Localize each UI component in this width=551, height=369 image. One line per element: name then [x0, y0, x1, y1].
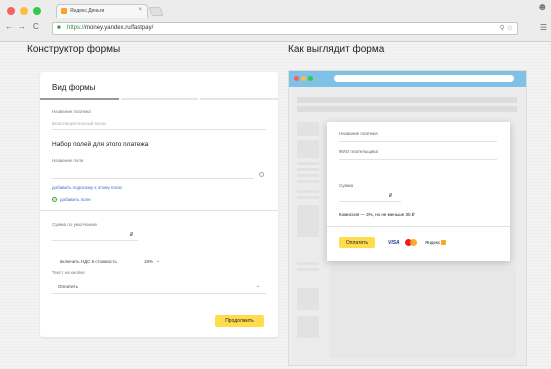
placeholder-content — [330, 268, 516, 358]
address-bar-actions: ⚲ ☆ — [500, 24, 513, 32]
maximize-window-button[interactable] — [33, 7, 41, 15]
url-scheme: https:// — [67, 25, 86, 31]
tab-close-icon[interactable]: × — [138, 7, 142, 13]
default-sum-label: Сумма по умолчанию — [52, 222, 98, 227]
preview-dot — [308, 76, 313, 81]
step-progress-fill — [40, 98, 119, 100]
vat-rate-select[interactable]: 18% — [144, 259, 153, 264]
yandex-money-logo-icon: Яндекс — [425, 240, 447, 245]
button-text-select[interactable]: Оплатить — [58, 284, 78, 289]
placeholder-line — [297, 174, 319, 177]
chevron-down-icon[interactable]: ⌄ — [256, 283, 260, 289]
commission-currency: ₽ — [411, 212, 415, 217]
button-text-label: Текст на кнопке — [52, 270, 85, 275]
preview-address-bar — [334, 75, 514, 82]
builder-heading: Конструктор формы — [27, 44, 121, 55]
back-arrow-icon[interactable]: ← — [5, 22, 13, 31]
section-divider — [327, 226, 510, 227]
payment-form-preview: Название платежа ФИО плательщика Сумма ₽… — [327, 122, 510, 261]
section-divider — [40, 210, 278, 211]
placeholder-line — [297, 180, 319, 183]
yandex-favicon-icon — [61, 8, 67, 14]
preview-sum-label: Сумма — [339, 183, 354, 188]
placeholder-line — [297, 162, 319, 165]
url-path: money.yandex.ru/fastpay/ — [85, 25, 154, 31]
form-builder-card: Вид формы Название платежа Благотворител… — [40, 72, 278, 337]
preview-payer-name-label: ФИО плательщика — [339, 149, 378, 154]
close-window-button[interactable] — [7, 7, 15, 15]
input-underline — [339, 201, 401, 202]
browser-toolbar: ← → C ■ https://money.yandex.ru/fastpay/… — [0, 20, 551, 38]
new-tab-button[interactable] — [148, 7, 164, 16]
browser-menu-icon[interactable]: ☰ — [540, 23, 547, 32]
lock-icon: ■ — [57, 25, 61, 31]
placeholder-block — [297, 140, 319, 158]
window-controls — [7, 7, 41, 15]
add-field-plus-icon[interactable]: + — [52, 197, 57, 202]
preview-toolbar — [289, 71, 526, 87]
placeholder-bar — [297, 97, 517, 103]
placeholder-line — [297, 262, 319, 265]
browser-tab[interactable]: Яндекс.Деньги × — [56, 4, 148, 18]
placeholder-bar — [297, 106, 517, 112]
placeholder-block — [297, 316, 319, 338]
forward-arrow-icon[interactable]: → — [18, 22, 26, 31]
add-field-link[interactable]: добавить поле — [60, 197, 91, 202]
visa-logo-icon: VISA — [388, 240, 400, 246]
preview-dot — [294, 76, 299, 81]
placeholder-line — [297, 268, 319, 271]
placeholder-block — [297, 205, 319, 237]
progress-divider — [119, 98, 121, 100]
commission-text: Комиссия — 3%, но не меньше 30 ₽ — [339, 212, 415, 218]
card-title: Вид формы — [52, 83, 96, 92]
placeholder-line — [297, 196, 319, 199]
placeholder-block — [297, 122, 319, 136]
minimize-window-button[interactable] — [20, 7, 28, 15]
field-name-label: Название поля — [52, 158, 84, 163]
input-underline — [52, 129, 266, 130]
address-bar[interactable]: ■ https://money.yandex.ru/fastpay/ ⚲ ☆ — [52, 22, 518, 35]
yandex-money-mark-icon — [441, 240, 447, 245]
add-hint-link[interactable]: добавить подсказку к этому полю — [52, 185, 122, 190]
progress-divider — [198, 98, 200, 100]
preview-payment-name-label: Название платежа — [339, 131, 378, 136]
payment-name-input[interactable]: Благотворительный взнос — [52, 121, 106, 126]
remove-field-icon[interactable] — [259, 172, 264, 177]
vat-checkbox-label[interactable]: включить НДС в стоимость — [60, 259, 117, 264]
fields-section-heading: Набор полей для этого платежа — [52, 141, 149, 148]
input-underline — [339, 159, 497, 160]
tab-title: Яндекс.Деньги — [70, 8, 105, 14]
pay-button[interactable]: Оплатить — [339, 237, 375, 248]
step-progress — [40, 98, 278, 100]
input-underline — [339, 141, 497, 142]
commission-label: Комиссия — 3%, но не меньше 30 — [339, 212, 411, 217]
profile-icon[interactable]: ☻ — [537, 2, 548, 15]
payment-name-label: Название платежа — [52, 109, 91, 114]
preview-dot — [301, 76, 306, 81]
placeholder-line — [297, 168, 319, 171]
continue-button[interactable]: Продолжить — [215, 315, 264, 327]
preview-heading: Как выглядит форма — [288, 44, 385, 55]
placeholder-line — [297, 190, 319, 193]
chevron-down-icon[interactable]: ⌄ — [156, 258, 160, 264]
input-underline — [52, 240, 138, 241]
bookmark-star-icon[interactable]: ☆ — [507, 25, 513, 32]
reload-icon[interactable]: C — [33, 22, 39, 31]
input-underline — [52, 293, 266, 294]
preview-currency-symbol: ₽ — [389, 193, 393, 199]
placeholder-block — [297, 288, 319, 310]
input-underline — [52, 178, 254, 179]
yandex-money-label: Яндекс — [425, 240, 441, 245]
search-icon[interactable]: ⚲ — [500, 25, 505, 32]
currency-symbol: ₽ — [130, 232, 134, 238]
mastercard-logo-icon — [405, 239, 417, 246]
browser-chrome: Яндекс.Деньги × ☻ ← → C ■ https://money.… — [0, 0, 551, 42]
